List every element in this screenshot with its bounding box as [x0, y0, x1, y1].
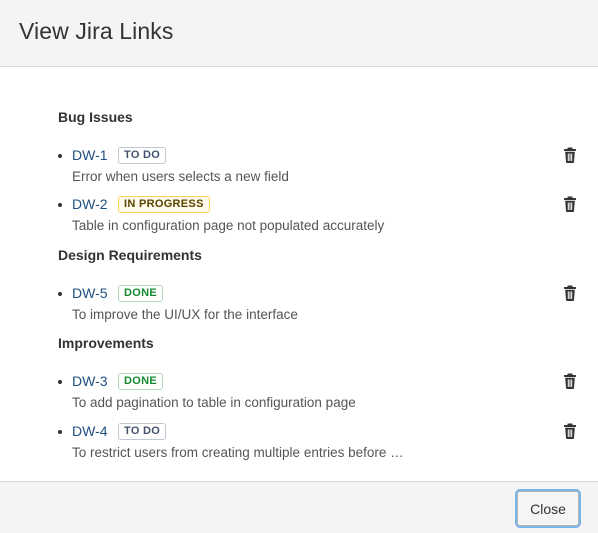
bullet	[58, 380, 62, 384]
bullet	[58, 292, 62, 296]
status-lozenge: TO DO	[118, 423, 167, 440]
issue-summary: To add pagination to table in configurat…	[72, 395, 356, 410]
issue-key-link[interactable]: DW-4	[72, 423, 108, 439]
issue-key-link[interactable]: DW-2	[72, 196, 108, 212]
section-title-improvements: Improvements	[58, 335, 154, 351]
section-title-design-requirements: Design Requirements	[58, 247, 202, 263]
trash-icon[interactable]	[563, 285, 577, 301]
issue-summary: Error when users selects a new field	[72, 169, 289, 184]
dialog-title: View Jira Links	[19, 18, 174, 44]
trash-icon[interactable]	[563, 196, 577, 212]
issue-summary: To restrict users from creating multiple…	[72, 445, 404, 460]
trash-icon[interactable]	[563, 423, 577, 439]
bullet	[58, 430, 62, 434]
bullet	[58, 203, 62, 207]
bullet	[58, 154, 62, 158]
trash-icon[interactable]	[563, 373, 577, 389]
dialog-header: View Jira Links	[0, 0, 598, 67]
dialog-footer: Close	[0, 481, 598, 533]
issue-item: DW-5 DONE To improve the UI/UX for the i…	[58, 285, 588, 327]
issue-item: DW-4 TO DO To restrict users from creati…	[58, 423, 588, 465]
status-lozenge: TO DO	[118, 147, 167, 164]
status-lozenge: IN PROGRESS	[118, 196, 210, 213]
section-title-bug-issues: Bug Issues	[58, 109, 133, 125]
issue-item: DW-1 TO DO Error when users selects a ne…	[58, 147, 588, 189]
status-lozenge: DONE	[118, 373, 163, 390]
issue-summary: To improve the UI/UX for the interface	[72, 307, 298, 322]
status-lozenge: DONE	[118, 285, 163, 302]
close-button[interactable]: Close	[517, 491, 579, 526]
dialog-body: Bug Issues DW-1 TO DO Error when users s…	[0, 68, 598, 481]
issue-key-link[interactable]: DW-1	[72, 147, 108, 163]
issue-summary: Table in configuration page not populate…	[72, 218, 385, 233]
issue-item: DW-3 DONE To add pagination to table in …	[58, 373, 588, 415]
jira-links-dialog: View Jira Links Bug Issues DW-1 TO DO Er…	[0, 0, 598, 533]
issue-key-link[interactable]: DW-5	[72, 285, 108, 301]
issue-key-link[interactable]: DW-3	[72, 373, 108, 389]
trash-icon[interactable]	[563, 147, 577, 163]
issue-item: DW-2 IN PROGRESS Table in configuration …	[58, 196, 588, 238]
